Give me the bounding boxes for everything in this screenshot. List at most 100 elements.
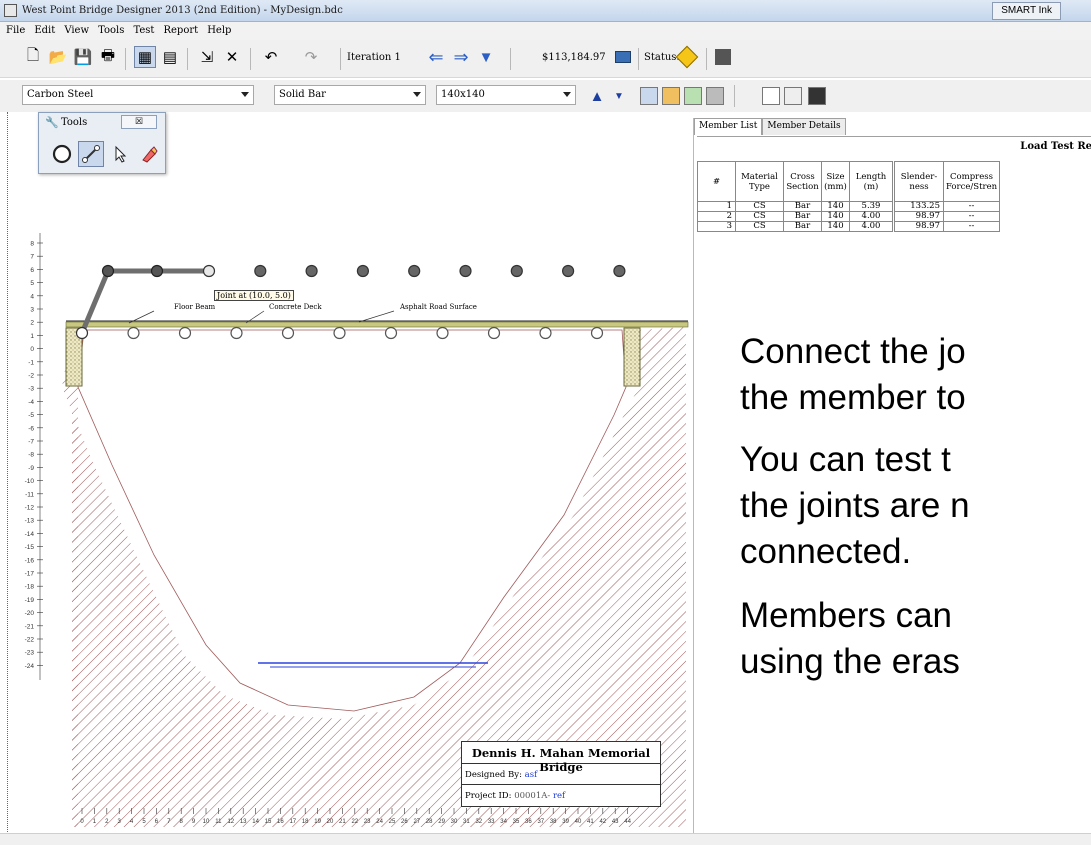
col-section[interactable]: Cross Section [783,161,822,202]
tools-palette[interactable]: 🔧 Tools ☒ [38,112,166,174]
bridge-drawing[interactable]: 876543210-1-2-3-4-5-6-7-8-9-10-11-12-13-… [14,115,690,827]
top-joint[interactable] [408,264,421,278]
save-icon[interactable]: 💾 [72,46,94,68]
decrease-size-icon[interactable]: ▼ [608,85,630,107]
col-size[interactable]: Size (mm) [821,161,850,202]
cell-length: 4.00 [849,221,894,232]
ruler-icon[interactable] [706,87,724,105]
toolbar-separator [250,48,251,70]
joint-tool-icon[interactable] [49,141,75,167]
smart-ink-button[interactable]: SMART Ink [992,2,1061,20]
close-icon[interactable]: ☒ [121,115,157,129]
section-select[interactable]: Solid Bar [274,85,426,105]
menu-test[interactable]: Test [133,25,154,36]
top-joint[interactable] [510,264,523,278]
joint-tooltip: Joint at (10.0, 5.0) [214,290,294,301]
y-tick-label: -14 [25,531,35,538]
medium-grid-icon[interactable] [784,87,802,105]
joint-connected[interactable] [101,264,115,278]
redo-icon[interactable]: ↷ [300,46,322,68]
iteration-label[interactable]: Iteration 1 [347,52,401,63]
deck-joint[interactable] [281,326,295,340]
col-compression[interactable]: Compress Force/Stren [942,161,1001,202]
menu-file[interactable]: File [6,25,25,36]
previous-iteration-icon[interactable]: ⇐ [425,46,447,68]
chevron-down-icon [563,92,571,97]
deck-joint[interactable] [127,326,140,340]
delete-icon[interactable]: ✕ [221,46,243,68]
x-tick-label: 38 [550,819,557,825]
joint-selected[interactable] [202,264,216,278]
drawing-board[interactable]: 8 7 6 5 4 3 2 1 0 -1 -2 -3 -4 -5 -6 -7 -8 -9 -10 -11 -12 -13-… [14,115,690,827]
table-row[interactable]: 3 CS Bar 140 4.00 98.97 -- [697,221,1001,232]
iteration-dropdown-icon[interactable]: ▼ [475,46,497,68]
x-tick-label: 21 [339,819,346,825]
deck-joint[interactable] [333,326,346,340]
top-joint[interactable] [254,264,267,278]
eraser-icon[interactable] [136,141,162,167]
col-length[interactable]: Length (m) [849,161,894,202]
menu-view[interactable]: View [64,25,89,36]
tools-row [49,141,162,167]
project-id-row: Project ID: 00001A- ref [462,785,660,806]
col-number[interactable]: # [697,161,736,202]
joint-connected[interactable] [75,326,89,340]
dotted-edge [7,112,8,832]
deck-joint[interactable] [178,326,192,340]
x-tick-label: 43 [612,819,619,825]
deck-joint[interactable] [539,326,552,340]
load-test-header: Load Test Re [1020,141,1091,152]
member-tool-icon[interactable] [78,141,104,167]
deck-joint[interactable] [436,326,449,340]
toolbar-separator [187,48,188,70]
next-iteration-icon[interactable]: ⇒ [450,46,472,68]
menu-report[interactable]: Report [163,25,198,36]
deck-joint[interactable] [487,326,501,340]
top-joints [254,264,626,278]
tab-member-list[interactable]: Member List [694,118,763,135]
table-row[interactable]: 2 CS Bar 140 4.00 98.97 -- [697,211,1001,222]
template-icon[interactable] [684,87,702,105]
table-row[interactable]: 1 CS Bar 140 5.39 133.25 -- [697,201,1001,212]
x-tick-label: 44 [624,819,631,825]
top-joint[interactable] [561,264,575,278]
y-tick-label: -2 [28,373,34,380]
project-id-value: 00001A- [514,791,551,801]
increase-size-icon[interactable]: ▲ [586,85,608,107]
col-material[interactable]: Material Type [735,161,784,202]
top-joint[interactable] [459,264,472,278]
joint-connected[interactable] [150,264,164,278]
menu-tools[interactable]: Tools [98,25,124,36]
coarse-grid-icon[interactable] [762,87,780,105]
cost-report-icon[interactable] [612,46,634,68]
open-folder-icon[interactable]: 📂 [47,46,69,68]
deck-joint[interactable] [230,326,243,340]
cell-slenderness: 98.97 [892,221,944,232]
select-all-icon[interactable]: ⇲ [196,46,218,68]
load-test-icon[interactable]: ▤ [159,46,181,68]
tab-member-details[interactable]: Member Details [762,118,846,135]
top-joint[interactable] [613,264,626,278]
print-icon[interactable]: 🖶 [97,46,119,68]
top-joint[interactable] [356,264,369,278]
fine-grid-icon[interactable] [808,87,826,105]
undo-icon[interactable]: ↶ [260,46,282,68]
deck-joint[interactable] [590,326,604,340]
tools-palette-header[interactable]: 🔧 Tools ☒ [39,113,165,135]
size-select[interactable]: 140x140 [436,85,576,105]
top-joint[interactable] [305,264,318,278]
y-tick-label: 3 [30,307,34,314]
menu-edit[interactable]: Edit [34,25,55,36]
material-select[interactable]: Carbon Steel [22,85,254,105]
new-file-icon[interactable]: 🗋 [22,46,44,68]
grid-toggle-icon[interactable] [662,87,680,105]
x-tick-label: 33 [488,819,495,825]
select-pointer-icon[interactable] [107,141,133,167]
drawing-board-icon[interactable]: ▦ [134,46,156,68]
member-list-icon[interactable] [640,87,658,105]
deck-joint[interactable] [384,326,398,340]
menu-help[interactable]: Help [207,25,231,36]
x-tick-label: 19 [314,819,321,825]
x-tick-label: 18 [302,819,309,825]
col-slenderness[interactable]: Slender-ness [892,161,944,202]
